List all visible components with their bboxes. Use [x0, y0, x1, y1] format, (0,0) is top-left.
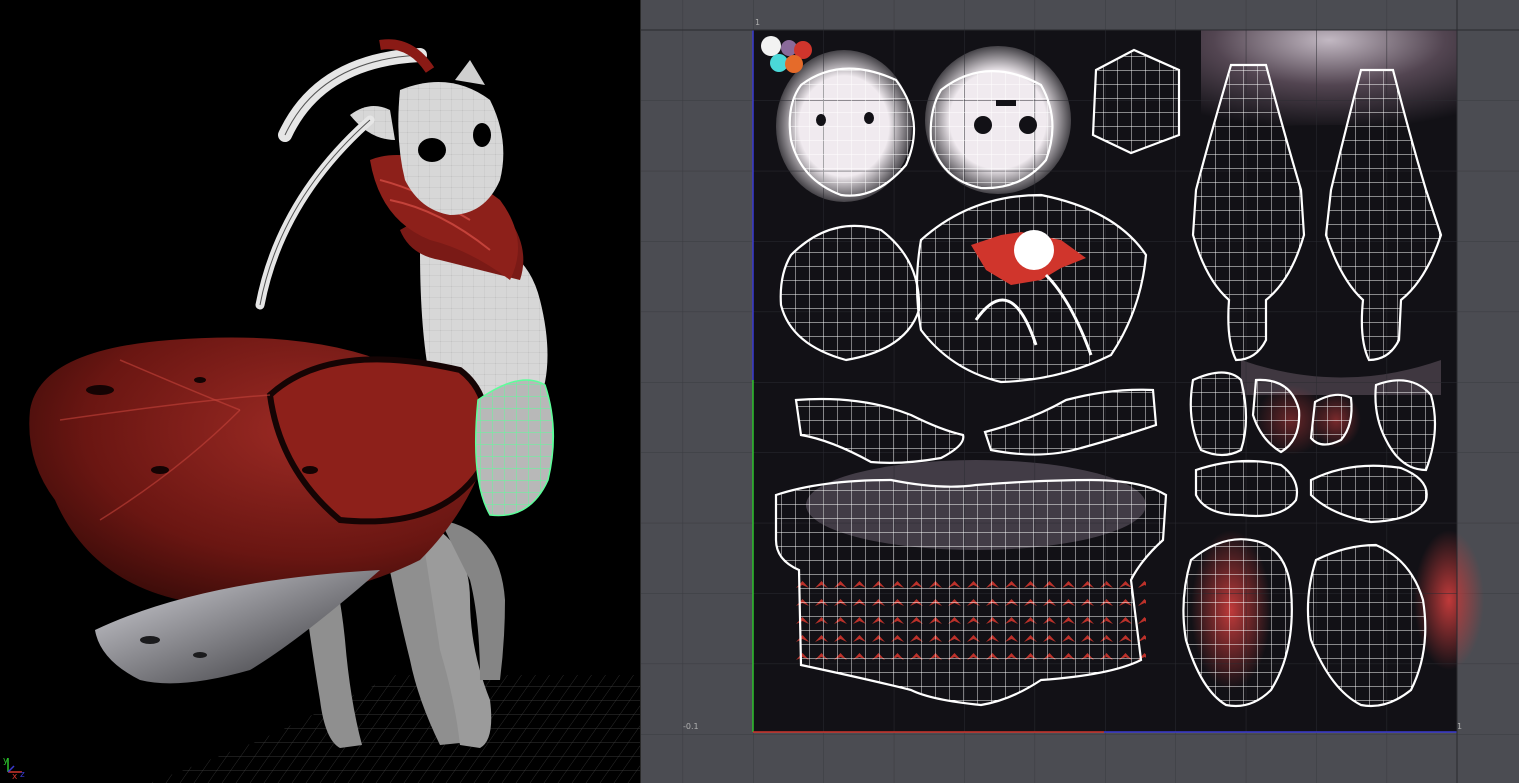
axis-z-label: z: [20, 770, 25, 780]
selected-shoulder-mesh[interactable]: [474, 379, 555, 517]
floor-grid: [150, 675, 640, 783]
application-window: y x z 1 -0.1 1: [0, 0, 1519, 783]
axis-y-label: y: [3, 756, 9, 766]
uv-tick-bottom-right: 1: [1457, 722, 1463, 731]
character-head: [350, 60, 504, 215]
axis-x-label: x: [12, 772, 18, 782]
uv-editor-canvas: [641, 0, 1519, 783]
viewport-canvas: [7, 39, 640, 783]
uv-tick-top-left: 1: [755, 18, 761, 27]
perspective-viewport[interactable]: y x z: [0, 0, 640, 783]
uv-editor-panel[interactable]: 1 -0.1 1: [641, 0, 1519, 783]
uv-tick-bottom-left: -0.1: [683, 722, 699, 731]
